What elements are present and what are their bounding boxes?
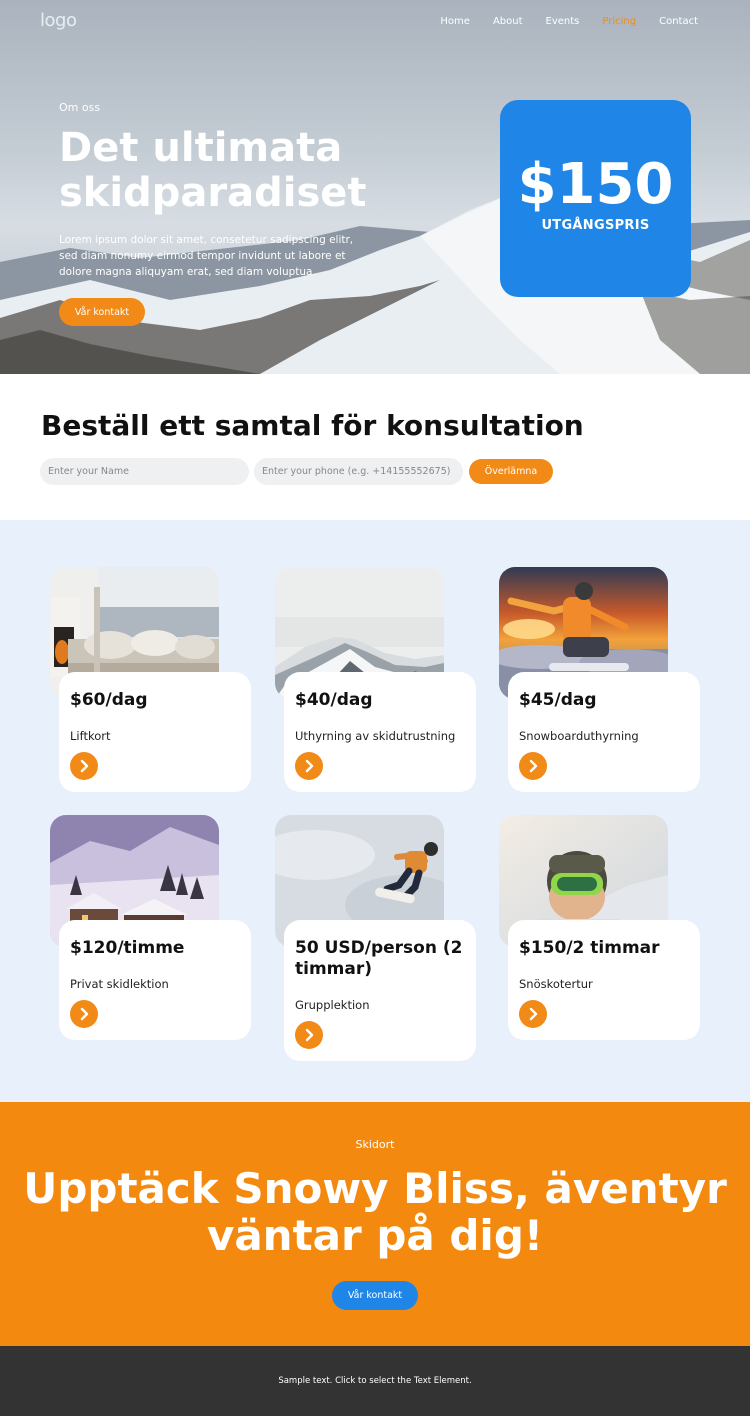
card-name: Snöskotertur (519, 977, 593, 991)
contact-button[interactable]: Vår kontakt (59, 298, 145, 326)
pricing-card-liftkort[interactable]: $60/dag Liftkort (59, 672, 251, 792)
price-label: UTGÅNGSPRIS (541, 218, 650, 233)
card-price: $150/2 timmar (519, 938, 660, 958)
card-price: 50 USD/person (2 timmar) (295, 938, 463, 979)
hero-eyebrow: Om oss (59, 101, 101, 114)
nav-pricing[interactable]: Pricing (602, 16, 636, 27)
pricing-cards-section: $60/dag Liftkort $40/dag Uthyrning av sk… (0, 520, 750, 1102)
pricing-card-snowboard-rental[interactable]: $45/dag Snowboarduthyrning (508, 672, 700, 792)
card-price: $40/dag (295, 690, 373, 710)
footer: Sample text. Click to select the Text El… (0, 1346, 750, 1416)
footer-text[interactable]: Sample text. Click to select the Text El… (278, 1376, 471, 1386)
nav-contact[interactable]: Contact (659, 16, 698, 27)
phone-input[interactable] (254, 458, 463, 485)
submit-button[interactable]: Överlämna (469, 459, 553, 484)
hero-title: Det ultimata skidparadiset (59, 125, 367, 216)
hero-text: Lorem ipsum dolor sit amet, consetetur s… (59, 234, 354, 278)
nav-about[interactable]: About (493, 16, 523, 27)
arrow-right-icon[interactable] (519, 752, 547, 780)
card-name: Liftkort (70, 729, 111, 743)
arrow-right-icon[interactable] (295, 752, 323, 780)
pricing-card-group-lesson[interactable]: 50 USD/person (2 timmar) Grupplektion (284, 920, 476, 1061)
card-price: $60/dag (70, 690, 148, 710)
nav-events[interactable]: Events (546, 16, 580, 27)
pricing-card-private-lesson[interactable]: $120/timme Privat skidlektion (59, 920, 251, 1040)
arrow-right-icon[interactable] (519, 1000, 547, 1028)
pricing-card-snowmobile-tour[interactable]: $150/2 timmar Snöskotertur (508, 920, 700, 1040)
card-price: $120/timme (70, 938, 185, 958)
card-name: Privat skidlektion (70, 977, 169, 991)
arrow-right-icon[interactable] (70, 1000, 98, 1028)
cta-eyebrow: Skidort (355, 1138, 395, 1151)
card-name: Uthyrning av skidutrustning (295, 729, 456, 743)
hero-section: logo Home About Events Pricing Contact O… (0, 0, 750, 374)
consultation-section: Beställ ett samtal för konsultation Över… (0, 374, 750, 520)
price-box: $150 UTGÅNGSPRIS (500, 100, 691, 297)
arrow-right-icon[interactable] (295, 1021, 323, 1049)
cta-contact-button[interactable]: Vår kontakt (332, 1281, 418, 1310)
name-input[interactable] (40, 458, 249, 485)
card-name: Snowboarduthyrning (519, 729, 639, 743)
consultation-title: Beställ ett samtal för konsultation (41, 409, 584, 442)
cta-section: Skidort Upptäck Snowy Bliss, äventyr vän… (0, 1102, 750, 1346)
nav-home[interactable]: Home (440, 16, 470, 27)
price-amount: $150 (517, 152, 674, 217)
cta-title: Upptäck Snowy Bliss, äventyr väntar på d… (23, 1164, 727, 1260)
card-name: Grupplektion (295, 998, 370, 1012)
arrow-right-icon[interactable] (70, 752, 98, 780)
pricing-card-ski-rental[interactable]: $40/dag Uthyrning av skidutrustning (284, 672, 476, 792)
main-nav: Home About Events Pricing Contact (440, 16, 698, 27)
card-price: $45/dag (519, 690, 597, 710)
logo[interactable]: logo (40, 10, 77, 31)
